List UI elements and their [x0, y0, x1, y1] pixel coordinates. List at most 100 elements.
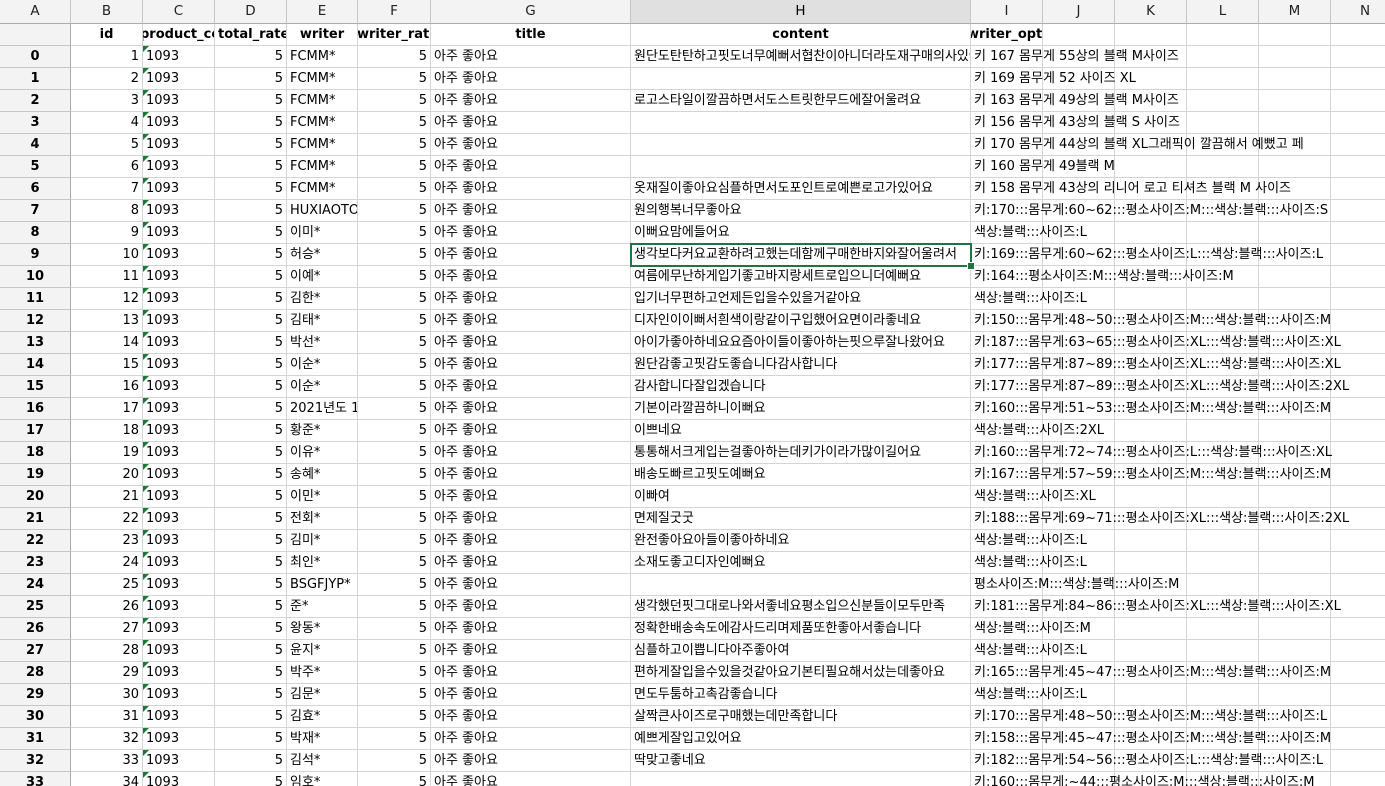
cell-content[interactable] [631, 772, 971, 786]
cell-writer-rate[interactable]: 5 [358, 398, 431, 420]
row-header[interactable]: 33 [0, 772, 71, 786]
cell-writer-rate[interactable]: 5 [358, 266, 431, 288]
cell-title[interactable]: 아주 좋아요 [431, 200, 631, 222]
cell-title[interactable]: 아주 좋아요 [431, 772, 631, 786]
cell-total-rate[interactable]: 5 [215, 486, 287, 508]
header-d[interactable]: total_rate [215, 24, 287, 46]
cell-title[interactable]: 아주 좋아요 [431, 464, 631, 486]
cell-writer[interactable]: BSGFJYP* [287, 574, 358, 596]
cell-writer-option[interactable]: 키:164:::평소사이즈:M:::색상:블랙:::사이즈:M [971, 266, 1385, 288]
cell-total-rate[interactable]: 5 [215, 464, 287, 486]
cell-content[interactable]: 로고스타일이깔끔하면서도스트릿한무드에잘어울려요 [631, 90, 971, 112]
cell-title[interactable]: 아주 좋아요 [431, 222, 631, 244]
cell-writer-rate[interactable]: 5 [358, 90, 431, 112]
cell-writer-option[interactable]: 키:150:::몸무게:48~50:::평소사이즈:M:::색상:블랙:::사이… [971, 310, 1385, 332]
cell-writer[interactable]: 최인* [287, 552, 358, 574]
row-header[interactable]: 6 [0, 178, 71, 200]
cell-product-code[interactable]: 1093 [143, 728, 215, 750]
cell-content[interactable]: 배송도빠르고핏도예뻐요 [631, 464, 971, 486]
row-header[interactable]: 1 [0, 68, 71, 90]
cell-product-code[interactable]: 1093 [143, 618, 215, 640]
cell-total-rate[interactable]: 5 [215, 706, 287, 728]
column-header-b[interactable]: B [71, 0, 143, 24]
cell-title[interactable]: 아주 좋아요 [431, 266, 631, 288]
header-b[interactable]: id [71, 24, 143, 46]
row-header[interactable]: 20 [0, 486, 71, 508]
cell-writer-option[interactable]: 키 156 몸무게 43상의 블랙 S 사이즈 [971, 112, 1385, 134]
cell-writer-option[interactable]: 키:187:::몸무게:63~65:::평소사이즈:XL:::색상:블랙:::사… [971, 332, 1385, 354]
cell-id[interactable]: 18 [71, 420, 143, 442]
column-header-j[interactable]: J [1043, 0, 1115, 24]
cell-title[interactable]: 아주 좋아요 [431, 244, 631, 266]
cell-writer-option[interactable]: 키:158:::몸무게:45~47:::평소사이즈:M:::색상:블랙:::사이… [971, 728, 1385, 750]
row-header[interactable]: 9 [0, 244, 71, 266]
cell-writer[interactable]: 황준* [287, 420, 358, 442]
cell-product-code[interactable]: 1093 [143, 376, 215, 398]
cell-content[interactable]: 아이가좋아하네요요즘아이들이좋아하는핏으루잘나왔어요 [631, 332, 971, 354]
cell-total-rate[interactable]: 5 [215, 420, 287, 442]
row-header[interactable]: 10 [0, 266, 71, 288]
cell-title[interactable]: 아주 좋아요 [431, 442, 631, 464]
cell-total-rate[interactable]: 5 [215, 772, 287, 786]
cell-id[interactable]: 24 [71, 552, 143, 574]
cell-product-code[interactable]: 1093 [143, 398, 215, 420]
cell-total-rate[interactable]: 5 [215, 442, 287, 464]
cell-writer-rate[interactable]: 5 [358, 310, 431, 332]
cell-writer-option[interactable]: 색상:블랙:::사이즈:L [971, 552, 1385, 574]
fill-handle[interactable] [967, 262, 975, 270]
header-i[interactable]: writer_option [971, 24, 1043, 46]
cell-id[interactable]: 11 [71, 266, 143, 288]
column-header-e[interactable]: E [287, 0, 358, 24]
cell-total-rate[interactable]: 5 [215, 508, 287, 530]
cell-product-code[interactable]: 1093 [143, 354, 215, 376]
column-header-i[interactable]: I [971, 0, 1043, 24]
cell-product-code[interactable]: 1093 [143, 596, 215, 618]
header-empty-l[interactable] [1187, 24, 1259, 46]
row-header[interactable]: 17 [0, 420, 71, 442]
cell-id[interactable]: 27 [71, 618, 143, 640]
cell-writer[interactable]: FCMM* [287, 178, 358, 200]
cell-product-code[interactable]: 1093 [143, 266, 215, 288]
header-f[interactable]: writer_rate [358, 24, 431, 46]
cell-product-code[interactable]: 1093 [143, 662, 215, 684]
cell-title[interactable]: 아주 좋아요 [431, 574, 631, 596]
cell-writer-rate[interactable]: 5 [358, 222, 431, 244]
column-header-m[interactable]: M [1259, 0, 1331, 24]
cell-title[interactable]: 아주 좋아요 [431, 508, 631, 530]
cell-title[interactable]: 아주 좋아요 [431, 662, 631, 684]
cell-writer-rate[interactable]: 5 [358, 464, 431, 486]
spreadsheet-grid[interactable]: ABCDEFGHIJKLMNidproduct_codetotal_ratewr… [0, 0, 1385, 786]
cell-writer-rate[interactable]: 5 [358, 728, 431, 750]
cell-title[interactable]: 아주 좋아요 [431, 596, 631, 618]
cell-content[interactable]: 원단감좋고핏감도좋습니다감사합니다 [631, 354, 971, 376]
cell-product-code[interactable]: 1093 [143, 552, 215, 574]
cell-title[interactable]: 아주 좋아요 [431, 684, 631, 706]
cell-product-code[interactable]: 1093 [143, 640, 215, 662]
cell-content[interactable] [631, 68, 971, 90]
cell-product-code[interactable]: 1093 [143, 134, 215, 156]
column-header-d[interactable]: D [215, 0, 287, 24]
cell-title[interactable]: 아주 좋아요 [431, 640, 631, 662]
header-h[interactable]: content [631, 24, 971, 46]
row-header[interactable]: 0 [0, 46, 71, 68]
cell-product-code[interactable]: 1093 [143, 420, 215, 442]
cell-title[interactable]: 아주 좋아요 [431, 530, 631, 552]
cell-writer[interactable]: 이예* [287, 266, 358, 288]
column-header-a[interactable]: A [0, 0, 71, 24]
column-header-g[interactable]: G [431, 0, 631, 24]
cell-product-code[interactable]: 1093 [143, 706, 215, 728]
cell-title[interactable]: 아주 좋아요 [431, 68, 631, 90]
cell-writer-rate[interactable]: 5 [358, 486, 431, 508]
cell-writer-option[interactable]: 키:188:::몸무게:69~71:::평소사이즈:XL:::색상:블랙:::사… [971, 508, 1385, 530]
cell-writer-option[interactable]: 키 163 몸무게 49상의 블랙 M사이즈 [971, 90, 1385, 112]
cell-id[interactable]: 1 [71, 46, 143, 68]
cell-id[interactable]: 13 [71, 310, 143, 332]
cell-title[interactable]: 아주 좋아요 [431, 310, 631, 332]
row-header[interactable]: 15 [0, 376, 71, 398]
cell-id[interactable]: 19 [71, 442, 143, 464]
cell-product-code[interactable]: 1093 [143, 486, 215, 508]
cell-writer-rate[interactable]: 5 [358, 68, 431, 90]
cell-writer[interactable]: 이민* [287, 486, 358, 508]
cell-writer[interactable]: 2021년도 1 [287, 398, 358, 420]
cell-writer[interactable]: 왕동* [287, 618, 358, 640]
